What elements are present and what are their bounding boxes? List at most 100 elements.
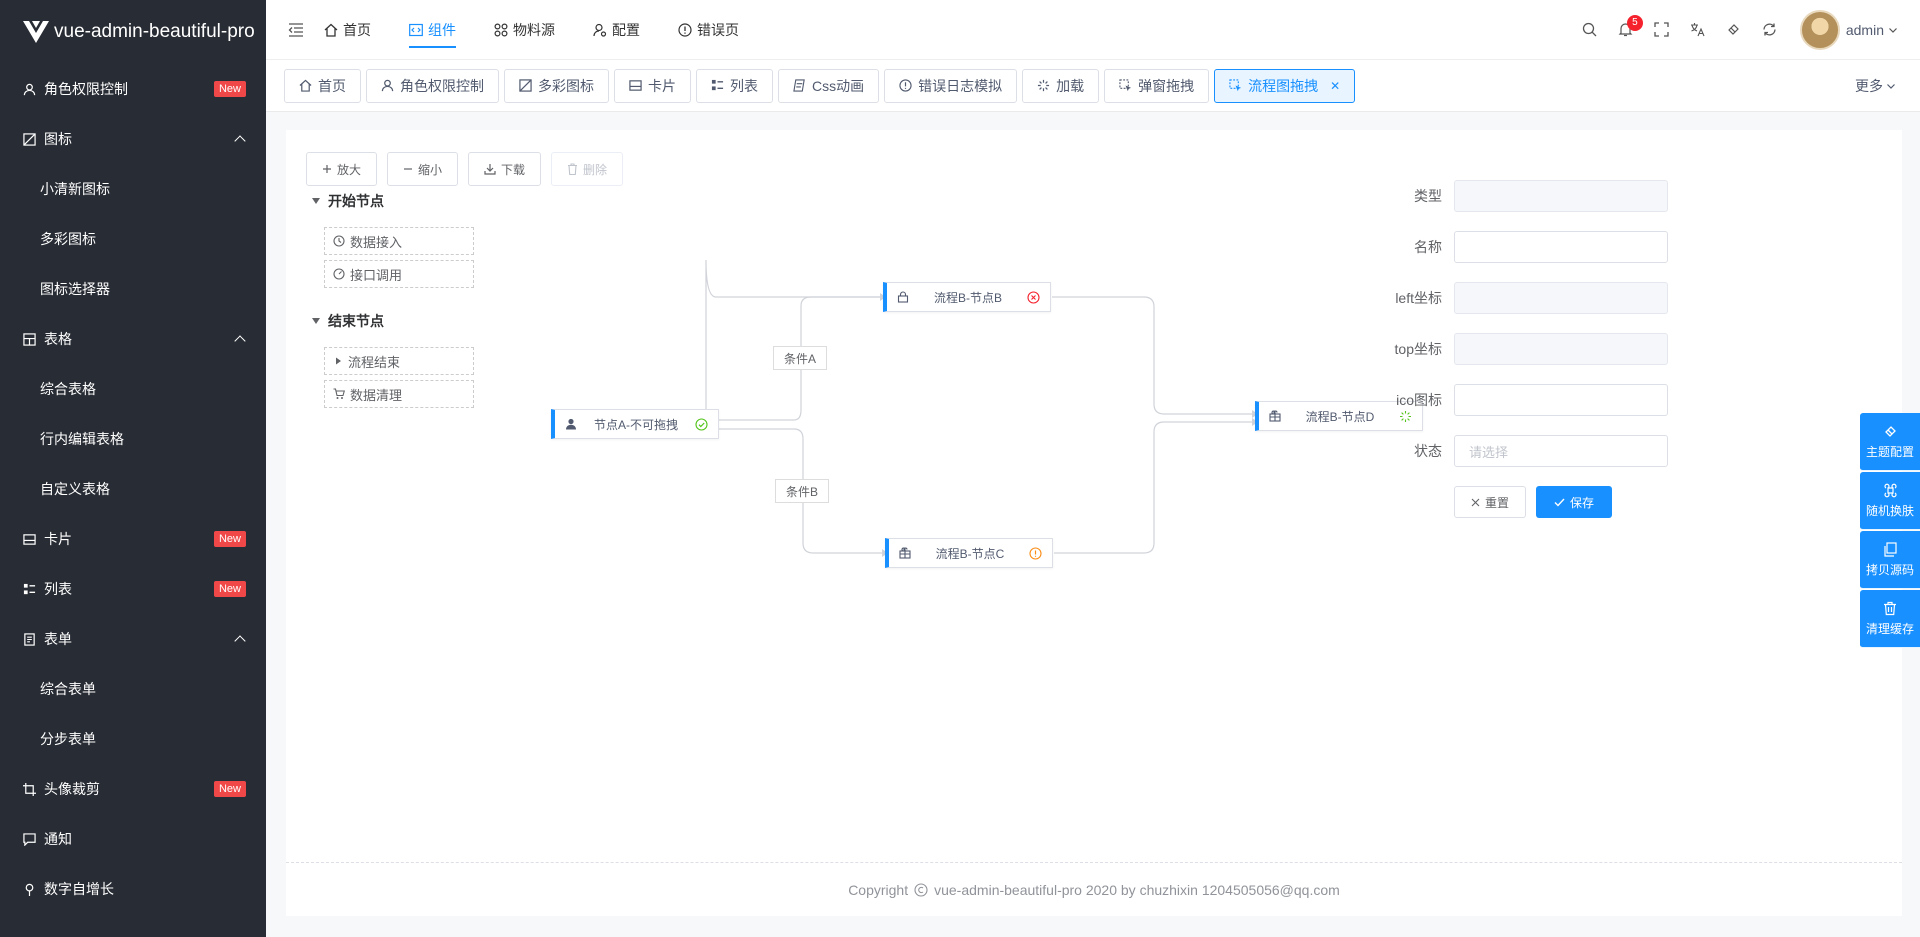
app-title: vue-admin-beautiful-pro <box>54 21 255 42</box>
tree-node-api-call[interactable]: 接口调用 <box>324 260 474 288</box>
sidebar-item-step-form[interactable]: 分步表单 <box>0 714 266 764</box>
sidebar-item-count-up[interactable]: 数字自增长 <box>0 864 266 914</box>
tree-node-data-clean[interactable]: 数据清理 <box>324 380 474 408</box>
save-button[interactable]: 保存 <box>1536 486 1612 518</box>
condition-label-a[interactable]: 条件A <box>773 346 827 370</box>
random-skin-button[interactable]: 随机换肤 <box>1860 472 1920 530</box>
card-icon <box>629 80 642 91</box>
fullscreen-icon[interactable] <box>1644 12 1680 48</box>
sidebar-item-icons[interactable]: 图标 <box>0 114 266 164</box>
header-actions: 5 admin <box>1572 9 1920 50</box>
sidebar-item-comprehensive-form[interactable]: 综合表单 <box>0 664 266 714</box>
sidebar-item-custom-table[interactable]: 自定义表格 <box>0 464 266 514</box>
theme-config-button[interactable]: 主题配置 <box>1860 413 1920 471</box>
logo[interactable]: vue-admin-beautiful-pro <box>0 0 266 64</box>
tree-node-flow-end[interactable]: 流程结束 <box>324 347 474 375</box>
menu-fold-icon[interactable] <box>288 22 308 37</box>
copy-source-button[interactable]: 拷贝源码 <box>1860 531 1920 589</box>
chevron-up-icon <box>234 135 246 147</box>
theme-brush-icon[interactable] <box>1716 12 1752 48</box>
nav-materials[interactable]: 物料源 <box>494 0 555 60</box>
search-icon[interactable] <box>1572 12 1608 48</box>
tree-group-start[interactable]: 开始节点 <box>312 190 482 212</box>
chevron-down-icon <box>1887 83 1895 89</box>
sidebar-item-fresh-icons[interactable]: 小清新图标 <box>0 164 266 214</box>
tree-node-data-input[interactable]: 数据接入 <box>324 227 474 255</box>
message-icon <box>22 832 36 846</box>
sidebar-item-card[interactable]: 卡片 New <box>0 514 266 564</box>
float-label: 清理缓存 <box>1865 621 1914 636</box>
tab-error-log[interactable]: 错误日志模拟 <box>884 68 1018 103</box>
top-coordinate-field[interactable] <box>1454 333 1668 365</box>
tab-list[interactable]: 列表 <box>696 68 773 103</box>
user-settings-icon <box>593 23 607 37</box>
check-icon <box>1554 498 1565 507</box>
sidebar-item-form[interactable]: 表单 <box>0 614 266 664</box>
minus-icon <box>404 168 413 170</box>
nav-components[interactable]: 组件 <box>409 0 456 60</box>
user-menu[interactable]: admin <box>1846 22 1898 38</box>
refresh-icon[interactable] <box>1752 12 1788 48</box>
type-label: 类型 <box>1414 188 1442 204</box>
zoom-out-button[interactable]: 缩小 <box>387 152 459 186</box>
tab-css-animation[interactable]: Css动画 <box>778 68 880 103</box>
flow-icon <box>1229 79 1242 92</box>
form-row-name: 名称 <box>1326 231 1856 263</box>
clear-cache-button[interactable]: 清理缓存 <box>1860 590 1920 648</box>
tabs-bar: 首页 角色权限控制 多彩图标 卡片 列表 Css动画 错误日志模拟 加载 弹窗拖… <box>266 60 1920 112</box>
caret-down-icon <box>312 318 320 324</box>
name-field[interactable] <box>1454 231 1668 263</box>
tab-role-permission[interactable]: 角色权限控制 <box>366 68 499 103</box>
flow-node-c[interactable]: 流程B-节点C <box>885 538 1053 568</box>
trash-icon <box>1884 601 1896 615</box>
tab-label: 加载 <box>1056 77 1085 94</box>
sidebar-item-icon-selector[interactable]: 图标选择器 <box>0 264 266 314</box>
sidebar-item-inline-edit-table[interactable]: 行内编辑表格 <box>0 414 266 464</box>
sidebar-item-notification[interactable]: 通知 <box>0 814 266 864</box>
loading-icon <box>1038 79 1050 92</box>
tab-home[interactable]: 首页 <box>284 68 361 103</box>
tab-flowchart-drag[interactable]: 流程图拖拽 ✕ <box>1214 68 1356 103</box>
sidebar-item-role-permission[interactable]: 角色权限控制 New <box>0 64 266 114</box>
download-button[interactable]: 下载 <box>468 152 542 186</box>
flow-node-label: 流程B-节点C <box>935 546 1005 561</box>
avatar[interactable] <box>1799 9 1840 50</box>
condition-label-b[interactable]: 条件B <box>775 479 829 503</box>
nav-home[interactable]: 首页 <box>324 0 371 60</box>
sidebar-item-label: 综合表单 <box>40 681 96 697</box>
crop-icon <box>22 782 36 796</box>
type-field[interactable] <box>1454 180 1668 212</box>
notification-bell[interactable]: 5 <box>1608 12 1644 48</box>
copy-icon <box>1883 541 1897 557</box>
tree-group-end[interactable]: 结束节点 <box>312 310 482 332</box>
delete-button[interactable]: 删除 <box>551 152 624 186</box>
nav-error-page[interactable]: 错误页 <box>678 0 739 60</box>
state-select[interactable]: 请选择 <box>1454 435 1668 467</box>
new-badge: New <box>213 781 246 797</box>
ico-field[interactable] <box>1454 384 1668 416</box>
nav-config[interactable]: 配置 <box>593 0 640 60</box>
tabs-more-dropdown[interactable]: 更多 <box>1855 76 1896 96</box>
tab-loading[interactable]: 加载 <box>1022 68 1100 103</box>
user-icon <box>22 82 36 96</box>
tab-dialog-drag[interactable]: 弹窗拖拽 <box>1104 68 1210 103</box>
close-icon[interactable]: ✕ <box>1330 79 1340 93</box>
form-row-ico: ico图标 <box>1326 384 1856 416</box>
sidebar-item-color-icons[interactable]: 多彩图标 <box>0 214 266 264</box>
left-coordinate-field[interactable] <box>1454 282 1668 314</box>
zoom-in-button[interactable]: 放大 <box>306 152 378 186</box>
floating-tool-panel: 主题配置 随机换肤 拷贝源码 清理缓存 <box>1860 413 1920 649</box>
flow-node-b[interactable]: 流程B-节点B <box>883 282 1051 312</box>
translate-icon[interactable] <box>1680 12 1716 48</box>
sidebar-item-label: 数字自增长 <box>44 881 114 897</box>
flow-node-a[interactable]: 节点A-不可拖拽 <box>551 409 719 439</box>
node-tree: 开始节点 数据接入 接口调用 结束节点 流程结束 数据清理 <box>312 190 482 413</box>
reset-button[interactable]: 重置 <box>1454 486 1526 518</box>
tab-card[interactable]: 卡片 <box>614 68 691 103</box>
tab-color-icons[interactable]: 多彩图标 <box>504 68 609 103</box>
sidebar-item-tables[interactable]: 表格 <box>0 314 266 364</box>
sidebar-item-label: 图标选择器 <box>40 281 110 297</box>
sidebar-item-comprehensive-table[interactable]: 综合表格 <box>0 364 266 414</box>
sidebar-item-list[interactable]: 列表 New <box>0 564 266 614</box>
sidebar-item-avatar-crop[interactable]: 头像裁剪 New <box>0 764 266 814</box>
